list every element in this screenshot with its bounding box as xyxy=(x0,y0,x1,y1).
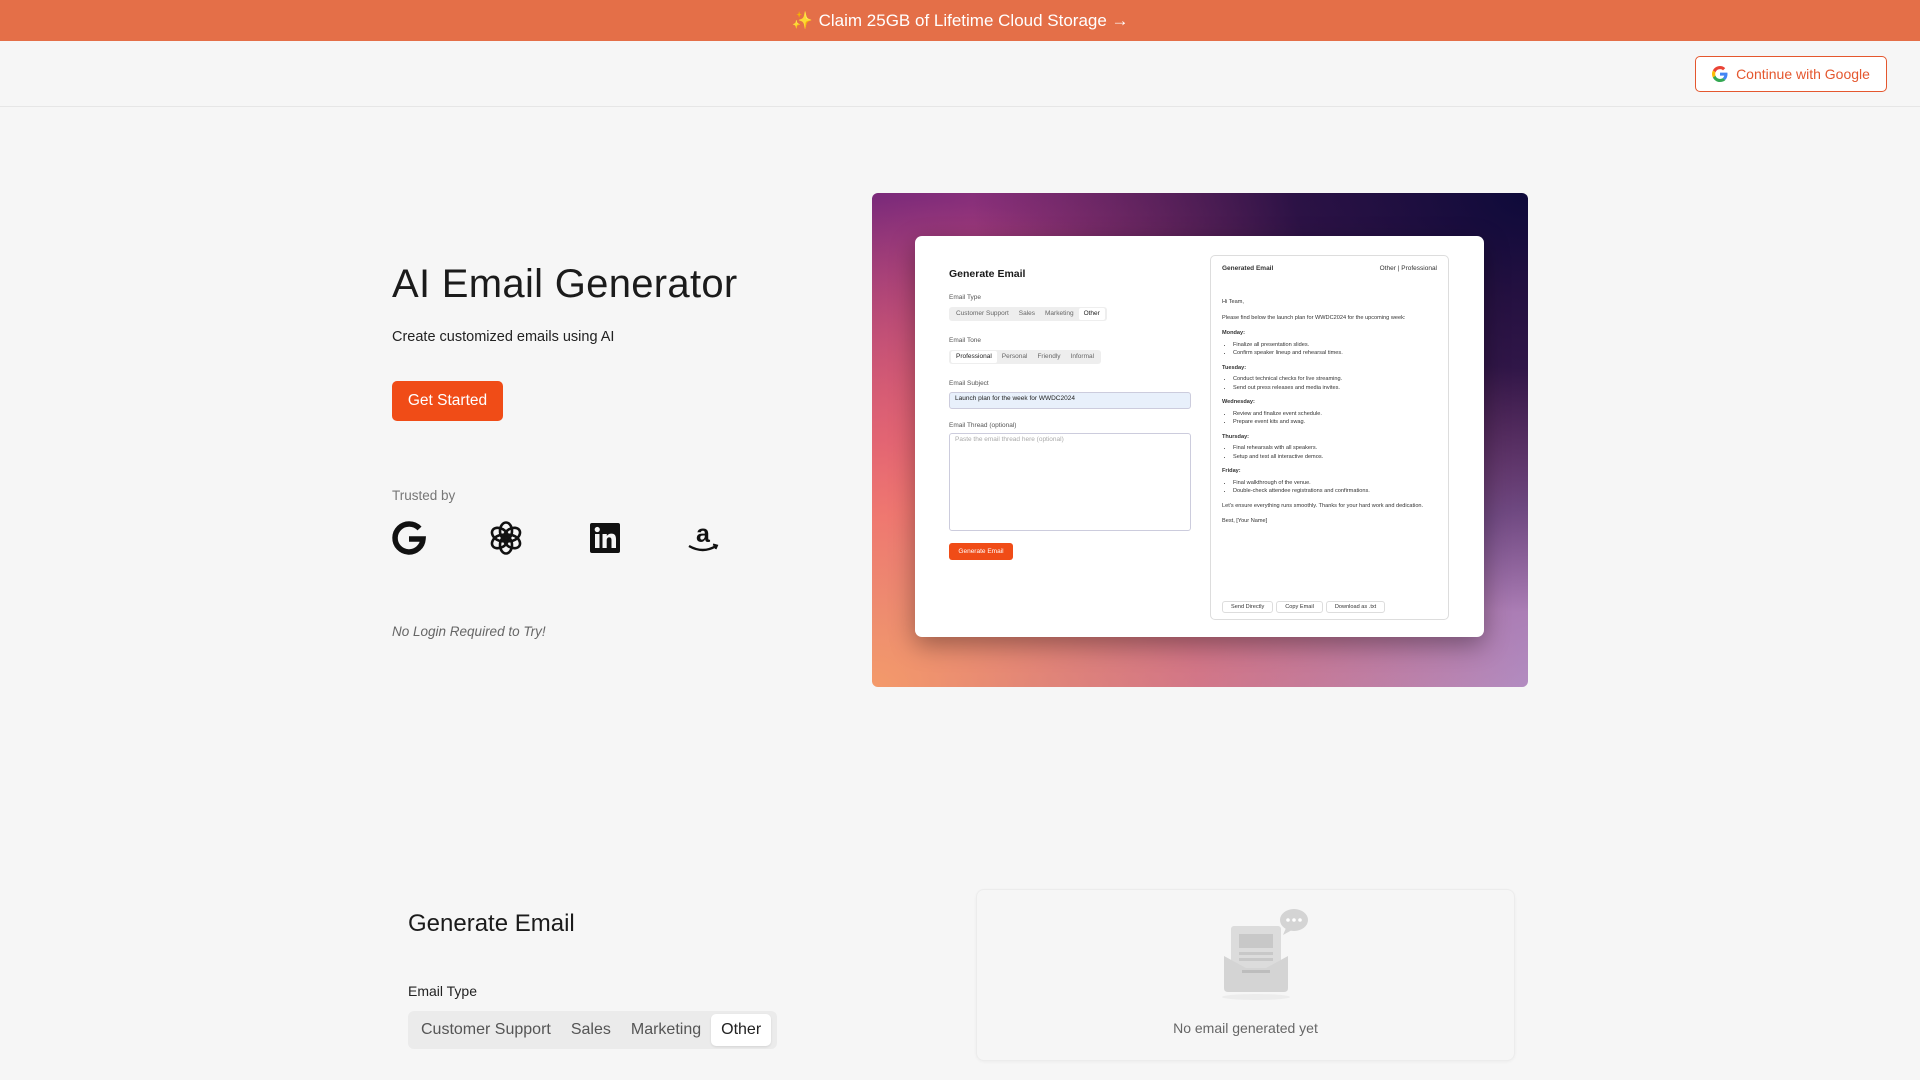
email-type-sales[interactable]: Sales xyxy=(561,1014,621,1046)
preview-day: Wednesday: xyxy=(1222,399,1255,405)
preview-thread-field: Paste the email thread here (optional) xyxy=(949,433,1191,531)
continue-with-google-button[interactable]: Continue with Google xyxy=(1695,56,1887,92)
get-started-button[interactable]: Get Started xyxy=(392,381,503,421)
email-type-marketing[interactable]: Marketing xyxy=(621,1014,711,1046)
preview-intro: Please find below the launch plan for WW… xyxy=(1222,314,1406,321)
preview-greeting: Hi Team, xyxy=(1222,299,1244,305)
preview-task: Send out press releases and media invite… xyxy=(1233,384,1436,393)
product-preview: Generate Email Email Type Customer Suppo… xyxy=(872,193,1528,687)
preview-generate-button: Generate Email xyxy=(949,543,1013,560)
preview-signoff: Best, [Your Name] xyxy=(1222,518,1268,524)
no-login-note: No Login Required to Try! xyxy=(392,624,546,639)
preview-day: Thursday: xyxy=(1222,433,1250,440)
preview-copy-button: Copy Email xyxy=(1276,601,1323,613)
linkedin-logo xyxy=(590,523,620,553)
preview-task: Final rehearsals with all speakers. xyxy=(1233,444,1436,453)
preview-task: Finalize all presentation slides. xyxy=(1233,341,1436,350)
preview-email-type-label: Email Type xyxy=(949,294,982,301)
preview-output-meta: Other | Professional xyxy=(1379,265,1437,272)
preview-subject-label: Email Subject xyxy=(949,380,989,387)
empty-state-text: No email generated yet xyxy=(1173,1020,1318,1036)
email-type-other[interactable]: Other xyxy=(711,1014,772,1046)
preview-actions: Send Directly Copy Email Download as .tx… xyxy=(1222,601,1386,613)
preview-type-option: Customer Support xyxy=(956,310,1009,317)
preview-task: Final walkthrough of the venue. xyxy=(1233,479,1436,488)
preview-task: Double-check attendee registrations and … xyxy=(1233,487,1436,496)
preview-tone-option: Informal xyxy=(1070,353,1095,360)
preview-email-body: Hi Team, Please find below the launch pl… xyxy=(1222,298,1436,533)
preview-email-type-segment: Customer Support Sales Marketing Other xyxy=(949,307,1107,321)
preview-type-option: Marketing xyxy=(1045,310,1074,317)
preview-send-button: Send Directly xyxy=(1222,601,1274,613)
preview-task: Prepare event kits and swag. xyxy=(1233,418,1436,427)
google-icon xyxy=(1712,66,1728,82)
promo-banner[interactable]: ✨ Claim 25GB of Lifetime Cloud Storage → xyxy=(0,0,1920,41)
empty-inbox-icon xyxy=(1222,909,1308,1000)
preview-closing: Let's ensure everything runs smoothly. T… xyxy=(1222,502,1424,509)
preview-email-tone-label: Email Tone xyxy=(949,337,982,344)
trusted-by-label: Trusted by xyxy=(392,488,456,503)
preview-tone-option: Friendly xyxy=(1037,353,1061,360)
email-type-label: Email Type xyxy=(408,983,477,999)
preview-output-panel: Generated Email Other | Professional Hi … xyxy=(1210,255,1449,620)
header: Continue with Google xyxy=(0,41,1920,107)
preview-type-option: Sales xyxy=(1018,310,1036,317)
preview-day: Monday: xyxy=(1222,330,1245,336)
preview-window: Generate Email Email Type Customer Suppo… xyxy=(915,236,1484,637)
preview-task: Review and finalize event schedule. xyxy=(1233,410,1436,419)
google-logo xyxy=(392,521,426,555)
preview-thread-label: Email Thread (optional) xyxy=(949,422,1017,429)
generate-email-title: Generate Email xyxy=(408,910,575,937)
continue-with-google-label: Continue with Google xyxy=(1736,66,1870,82)
preview-task: Confirm speaker lineup and rehearsal tim… xyxy=(1233,349,1436,358)
preview-email-tone-segment: Professional Personal Friendly Informal xyxy=(949,350,1102,364)
hero-subtitle: Create customized emails using AI xyxy=(392,329,615,345)
promo-banner-text: Claim 25GB of Lifetime Cloud Storage → xyxy=(818,10,1129,30)
preview-task: Conduct technical checks for live stream… xyxy=(1233,375,1436,384)
preview-output-title: Generated Email xyxy=(1222,265,1274,272)
page-title: AI Email Generator xyxy=(392,262,738,306)
sparkle-icon: ✨ xyxy=(791,10,813,30)
preview-day: Friday: xyxy=(1222,468,1241,474)
preview-subject-field: Launch plan for the week for WWDC2024 xyxy=(949,392,1191,409)
amazon-logo: a xyxy=(688,520,719,552)
preview-task: Setup and test all interactive demos. xyxy=(1233,453,1436,462)
preview-title: Generate Email xyxy=(949,268,1026,280)
preview-tone-option: Professional xyxy=(951,351,997,363)
email-type-segment: Customer Support Sales Marketing Other xyxy=(408,1011,777,1049)
preview-day: Tuesday: xyxy=(1222,364,1247,371)
email-type-customer-support[interactable]: Customer Support xyxy=(411,1014,561,1046)
email-output-panel: No email generated yet xyxy=(976,889,1515,1061)
preview-download-button: Download as .txt xyxy=(1325,601,1386,613)
openai-logo xyxy=(490,521,522,555)
svg-text:a: a xyxy=(696,520,711,548)
preview-tone-option: Personal xyxy=(1001,353,1028,360)
preview-type-option: Other xyxy=(1078,308,1105,320)
